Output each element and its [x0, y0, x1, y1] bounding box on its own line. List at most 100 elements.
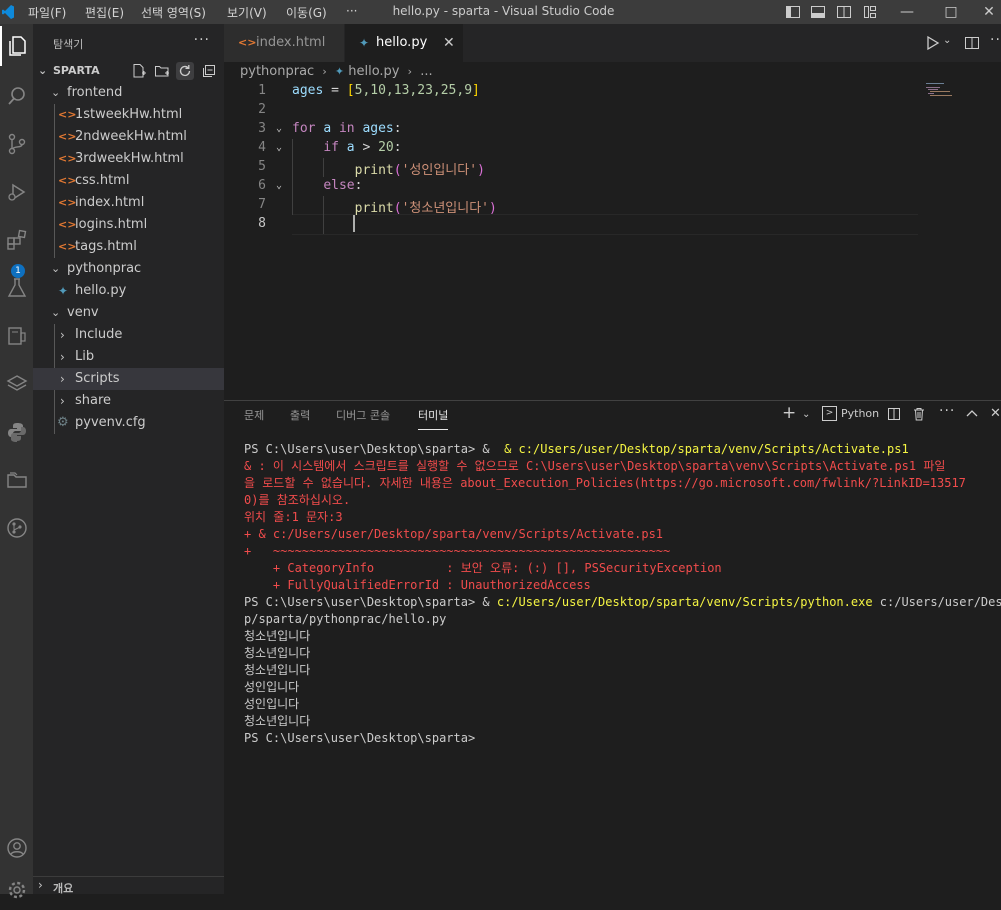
terminal-error-line: & : 이 시스템에서 스크립트를 실행할 수 없으므로 C:\Users\us…	[244, 459, 946, 473]
run-dropdown-chevron-icon[interactable]: ⌄	[943, 35, 951, 46]
manage-gear-icon[interactable]	[0, 870, 33, 910]
code-editor[interactable]: 1 2 3 4 5 6 7 8 ⌄ ⌄ ⌄ ages = [5,10,13,23…	[224, 82, 1001, 400]
tab-terminal[interactable]: 터미널	[418, 407, 449, 430]
explorer-icon[interactable]	[0, 26, 33, 66]
explorer-more-icon[interactable]: ···	[194, 32, 210, 48]
root-folder-sparta[interactable]: ⌄ SPARTA	[33, 60, 224, 82]
editor-more-icon[interactable]: ···	[990, 32, 1001, 48]
breadcrumb-folder[interactable]: pythonprac	[240, 64, 314, 79]
fold-chevron-icon[interactable]: ⌄	[276, 123, 282, 134]
file-index-html[interactable]: <> index.html	[33, 192, 224, 214]
file-css-html[interactable]: <> css.html	[33, 170, 224, 192]
breadcrumb-symbol[interactable]: ...	[420, 64, 432, 79]
file-logins-html[interactable]: <> logins.html	[33, 214, 224, 236]
line-number: 4	[258, 140, 266, 155]
breadcrumb-file[interactable]: hello.py	[348, 64, 399, 79]
tab-index-html[interactable]: <> index.html	[224, 24, 344, 62]
remote-explorer-icon[interactable]	[0, 316, 33, 356]
python-icon[interactable]	[0, 412, 33, 452]
layers-icon[interactable]	[0, 364, 33, 404]
run-python-file-icon[interactable]	[924, 34, 942, 52]
text-cursor	[353, 215, 355, 232]
menu-file[interactable]: 파일(F)	[28, 4, 66, 21]
terminal-prompt: PS C:\Users\user\Desktop\sparta>	[244, 731, 476, 745]
close-panel-icon[interactable]: ✕	[990, 406, 1001, 421]
new-file-icon[interactable]	[131, 63, 147, 79]
menu-more[interactable]: ···	[346, 4, 357, 18]
file-1stweekhw[interactable]: <> 1stweekHw.html	[33, 104, 224, 126]
customize-layout-icon[interactable]	[861, 3, 879, 21]
folder-share[interactable]: › share	[33, 390, 224, 412]
menu-go[interactable]: 이동(G)	[286, 4, 327, 21]
menu-selection[interactable]: 선택 영역(S)	[141, 4, 206, 21]
folder-pythonprac[interactable]: ⌄ pythonprac	[33, 258, 224, 280]
chevron-down-icon: ⌄	[51, 262, 61, 275]
toggle-secondary-sidebar-icon[interactable]	[835, 3, 853, 21]
new-folder-icon[interactable]	[154, 63, 170, 79]
toggle-panel-icon[interactable]	[809, 3, 827, 21]
close-tab-icon[interactable]: ✕	[443, 24, 455, 62]
account-icon[interactable]	[0, 828, 33, 868]
folder-scripts[interactable]: › Scripts	[33, 368, 224, 390]
html-file-icon: <>	[58, 174, 77, 187]
html-file-icon: <>	[58, 240, 77, 253]
folder-venv[interactable]: ⌄ venv	[33, 302, 224, 324]
terminal-output-line: 청소년입니다	[244, 646, 311, 660]
outline-section[interactable]: › 개요	[33, 876, 224, 895]
code-line-3: for a in ages:	[292, 121, 402, 136]
tab-hello-py[interactable]: ✦ hello.py ✕	[345, 24, 463, 62]
git-graph-icon[interactable]	[0, 508, 33, 548]
chevron-down-icon: ⌄	[51, 86, 61, 99]
terminal-line: PS C:\Users\user\Desktop\sparta> & & c:/…	[244, 442, 909, 456]
chevron-right-icon: ›	[60, 394, 65, 408]
chevron-right-icon: ›	[60, 350, 65, 364]
file-tags-html[interactable]: <> tags.html	[33, 236, 224, 258]
menu-view[interactable]: 보기(V)	[227, 4, 267, 21]
testing-flask-icon[interactable]	[0, 268, 33, 308]
terminal-shell-icon: >	[822, 406, 837, 421]
search-icon[interactable]	[0, 76, 33, 116]
tab-debug-console[interactable]: 디버그 콘솔	[336, 407, 390, 429]
maximize-panel-icon[interactable]	[965, 407, 979, 421]
panel-more-icon[interactable]: ···	[939, 403, 955, 419]
close-window-button[interactable]: ✕	[966, 0, 1001, 24]
code-line-1: ages = [5,10,13,23,25,9]	[292, 83, 480, 98]
tab-output[interactable]: 출력	[290, 407, 310, 429]
chevron-down-icon[interactable]: ⌄	[802, 409, 810, 420]
terminal-output-line: 성인입니다	[244, 680, 300, 694]
folder-include[interactable]: › Include	[33, 324, 224, 346]
extensions-icon[interactable]	[0, 220, 33, 260]
fold-chevron-icon[interactable]: ⌄	[276, 180, 282, 191]
breadcrumb: pythonprac › ✦ hello.py › ...	[240, 62, 433, 82]
html-file-icon: <>	[58, 196, 77, 209]
split-terminal-icon[interactable]	[886, 406, 902, 422]
terminal-shell-label[interactable]: Python	[841, 407, 879, 420]
refresh-icon[interactable]	[176, 62, 194, 80]
minimap[interactable]	[925, 82, 955, 98]
file-hello-py[interactable]: ✦ hello.py	[33, 280, 224, 302]
new-terminal-plus-icon[interactable]: +	[782, 403, 796, 423]
file-2ndweekhw[interactable]: <> 2ndweekHw.html	[33, 126, 224, 148]
fold-chevron-icon[interactable]: ⌄	[276, 142, 282, 153]
trash-icon[interactable]	[911, 406, 927, 422]
split-editor-icon[interactable]	[963, 34, 981, 52]
line-number: 1	[258, 83, 266, 98]
terminal-error-line: + ~~~~~~~~~~~~~~~~~~~~~~~~~~~~~~~~~~~~~~…	[244, 544, 671, 558]
folder-lib[interactable]: › Lib	[33, 346, 224, 368]
menu-edit[interactable]: 편집(E)	[85, 4, 124, 21]
toggle-sidebar-icon[interactable]	[784, 3, 802, 21]
file-pyvenv-cfg[interactable]: ⚙ pyvenv.cfg	[33, 412, 224, 434]
vscode-logo-icon	[2, 5, 14, 19]
source-control-icon[interactable]	[0, 124, 33, 164]
terminal-output[interactable]: PS C:\Users\user\Desktop\sparta> & & c:/…	[244, 441, 1001, 747]
run-debug-icon[interactable]	[0, 172, 33, 212]
terminal-error-line: 위치 줄:1 문자:3	[244, 510, 343, 524]
tab-problems[interactable]: 문제	[244, 407, 264, 429]
minimize-button[interactable]: —	[884, 0, 930, 24]
file-3rdweekhw[interactable]: <> 3rdweekHw.html	[33, 148, 224, 170]
terminal-error-line: 0)를 참조하십시오.	[244, 493, 351, 507]
folders-icon[interactable]	[0, 460, 33, 500]
folder-frontend[interactable]: ⌄ frontend	[33, 82, 224, 104]
collapse-all-icon[interactable]	[201, 63, 217, 79]
code-line-6: else:	[323, 178, 363, 193]
